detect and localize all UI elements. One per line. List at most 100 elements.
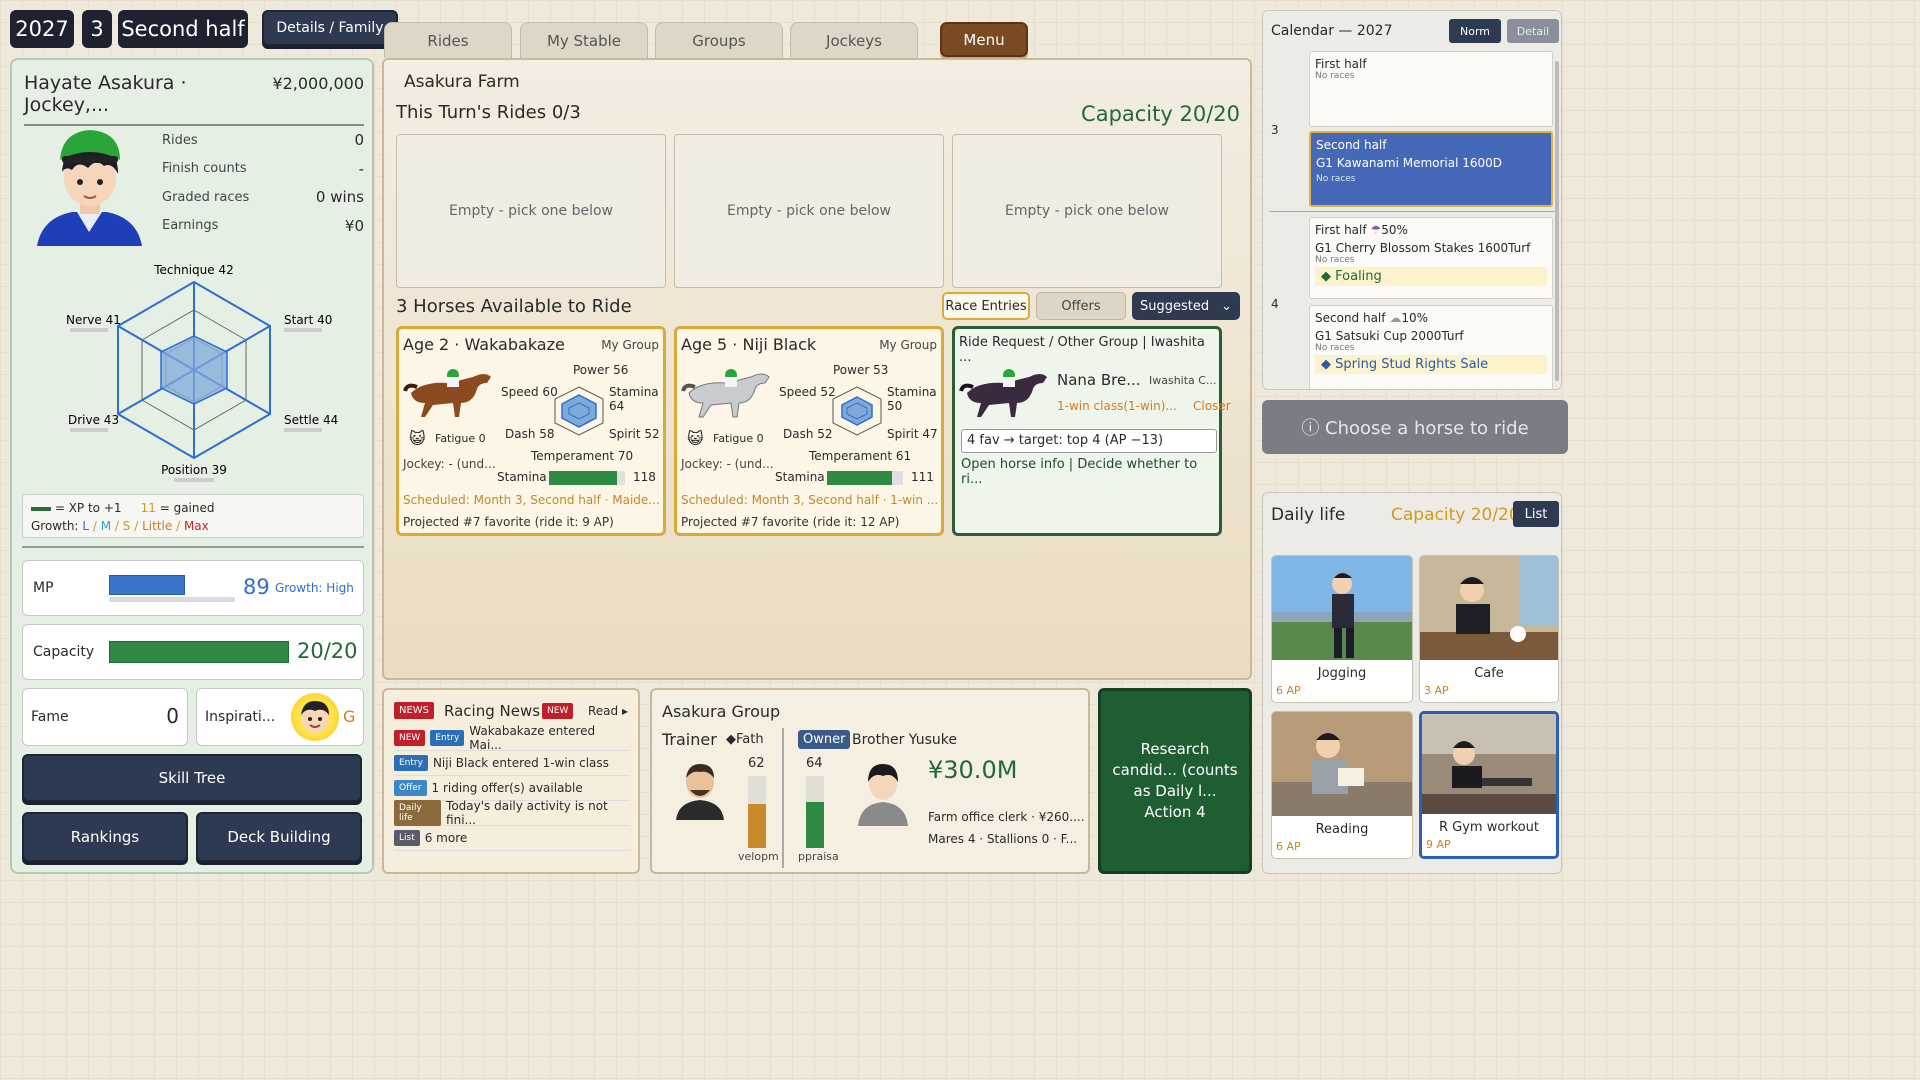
rankings-button[interactable]: Rankings [22, 812, 188, 862]
horse-speed: Speed 60 [501, 385, 558, 399]
horse-title: Age 5 · Niji Black [681, 335, 817, 354]
rankings-label: Rankings [70, 828, 140, 846]
growth-sep: / [134, 519, 139, 533]
research-candidate-button[interactable]: Research candid... (counts as Daily l...… [1098, 688, 1252, 874]
details-family-button[interactable]: Details / Family [262, 10, 398, 46]
slot-placeholder: Empty - pick one below [448, 203, 614, 219]
cal-cell-3-first[interactable]: First half No races [1309, 51, 1553, 127]
radar-position-label: Position 39 [161, 463, 227, 477]
growth-s: S [122, 519, 131, 533]
tab-rides[interactable]: Rides [384, 22, 512, 58]
owner-name: Brother Yusuke [852, 732, 958, 748]
sort-select[interactable]: Suggested ⌄ [1132, 292, 1240, 320]
tab-my-stable[interactable]: My Stable [520, 22, 648, 58]
horse-card-wakabakaze[interactable]: Age 2 · Wakabakaze My Group Power 56 Spe… [396, 326, 666, 536]
menu-button[interactable]: Menu [940, 22, 1028, 57]
news-tag-new: NEW [394, 730, 426, 746]
activity-cafe[interactable]: Cafe 3 AP [1419, 555, 1559, 703]
norm-label: Norm [1459, 24, 1490, 38]
horse-title: Age 2 · Wakabakaze [403, 335, 565, 354]
skill-tree-button[interactable]: Skill Tree [22, 754, 362, 802]
growth-sep: / [114, 519, 119, 533]
horse-card-niji-black[interactable]: Age 5 · Niji Black My Group Power 53 Spe… [674, 326, 944, 536]
cal-cell-3-second-selected[interactable]: Second half G1 Kawanami Memorial 1600D N… [1309, 131, 1553, 207]
radar-nerve-label: Nerve 41 [66, 313, 121, 327]
activity-ap: 9 AP [1426, 838, 1451, 851]
details-family-label: Details / Family [276, 20, 384, 36]
horse-projected: Projected #7 favorite (ride it: 9 AP) [403, 515, 614, 529]
request-title: Ride Request / Other Group | Iwashita ..… [959, 335, 1205, 365]
cal-note: No races [1316, 174, 1356, 184]
group-funds: ¥30.0M [928, 756, 1018, 784]
stat-value: 0 wins [315, 188, 364, 207]
divider [22, 546, 364, 548]
horse-stamina-value: 118 [633, 470, 656, 484]
rides-capacity: Capacity 20/20 [1081, 102, 1240, 126]
offers-filter[interactable]: Offers [1036, 292, 1126, 320]
news-row[interactable]: Offer 1 riding offer(s) available [394, 776, 630, 801]
tab-groups[interactable]: Groups [655, 22, 783, 58]
choose-horse-button[interactable]: ⓘ Choose a horse to ride [1262, 400, 1568, 454]
news-row[interactable]: List 6 more [394, 826, 630, 851]
available-horses-title: 3 Horses Available to Ride [396, 296, 632, 317]
turn-rides-title: This Turn's Rides 0/3 [396, 102, 581, 123]
stat-label: Graded races [162, 189, 250, 205]
horse-jockey: Jockey: - (und... [403, 457, 496, 471]
ride-slot-2[interactable]: Empty - pick one below [674, 134, 944, 288]
racing-news-panel: NEWS Racing News NEW Read ▸ NEW Entry Waka… [382, 688, 640, 874]
gained-text: = gained [159, 501, 215, 515]
capacity-card: Capacity 20/20 [22, 624, 364, 680]
jockey-name: Hayate Asakura · Jockey,... [24, 72, 187, 116]
ride-slot-1[interactable]: Empty - pick one below [396, 134, 666, 288]
news-read-link[interactable]: Read ▸ [588, 704, 628, 718]
horse-power: Power 53 [833, 363, 889, 377]
stat-value: - [358, 159, 364, 178]
stat-earnings: Earnings ¥0 [162, 212, 364, 241]
stat-finish-counts: Finish counts - [162, 155, 364, 184]
group-title: Asakura Group [662, 702, 781, 721]
calendar-norm-button[interactable]: Norm [1449, 19, 1501, 43]
activity-reading[interactable]: Reading 6 AP [1271, 711, 1413, 859]
growth-sep: / [92, 519, 97, 533]
cal-race: G1 Kawanami Memorial 1600D [1316, 156, 1503, 170]
horse-stamina-label: Stamina [497, 470, 547, 484]
news-tag-list: List [394, 830, 420, 846]
request-actions-link[interactable]: Open horse info | Decide whether to ri..… [961, 457, 1219, 487]
daily-capacity: Capacity 20/20 [1391, 505, 1520, 525]
cal-cell-4-first[interactable]: First half ☂50% G1 Cherry Blossom Stakes… [1309, 217, 1553, 299]
skill-tree-label: Skill Tree [158, 769, 226, 787]
news-tag-daily: Daily life [394, 800, 442, 826]
calendar-scrollbar[interactable] [1555, 61, 1559, 381]
deck-building-label: Deck Building [227, 828, 331, 846]
activity-gym-workout[interactable]: R Gym workout 9 AP [1419, 711, 1559, 859]
news-row[interactable]: Daily life Today's daily activity is not … [394, 799, 630, 827]
tab-label: My Stable [546, 31, 622, 50]
horse-power: Power 56 [573, 363, 629, 377]
inspiration-card[interactable]: Inspirati... G [196, 688, 364, 746]
mp-card: MP 89 Growth: High [22, 560, 364, 616]
ride-request-card[interactable]: Ride Request / Other Group | Iwashita ..… [952, 326, 1231, 536]
reading-image [1272, 712, 1412, 816]
deck-building-button[interactable]: Deck Building [196, 812, 362, 862]
inspiration-label: Inspirati... [205, 709, 276, 725]
calendar-panel: Calendar — 2027 Norm Detail 3 First half… [1262, 10, 1562, 390]
calendar-title: Calendar — 2027 [1271, 23, 1393, 39]
ride-slot-3[interactable]: Empty - pick one below [952, 134, 1222, 288]
tab-jockeys[interactable]: Jockeys [790, 22, 918, 58]
race-entries-filter[interactable]: Race Entries [942, 292, 1030, 320]
news-row[interactable]: Entry Niji Black entered 1-win class [394, 751, 630, 776]
cal-cell-4-second[interactable]: Second half ☁10% G1 Satsuki Cup 2000Turf… [1309, 305, 1553, 389]
development-label: velopm [738, 850, 779, 863]
calendar-detail-button[interactable]: Detail [1507, 19, 1559, 43]
radar-settle-label: Settle 44 [284, 413, 338, 427]
news-row[interactable]: NEW Entry Wakabakaze entered Mai... [394, 724, 630, 752]
activity-ap: 6 AP [1276, 840, 1301, 853]
activity-jogging[interactable]: Jogging 6 AP [1271, 555, 1413, 703]
cal-note: No races [1315, 343, 1355, 353]
capacity-bar [109, 641, 289, 663]
jockey-panel: Hayate Asakura · Jockey,... ¥2,000,000 R… [10, 58, 374, 874]
stamina-bar-fill [827, 471, 892, 485]
fame-value: 0 [166, 704, 179, 728]
news-text: Niji Black entered 1-win class [432, 756, 609, 770]
daily-list-button[interactable]: List [1513, 501, 1559, 527]
